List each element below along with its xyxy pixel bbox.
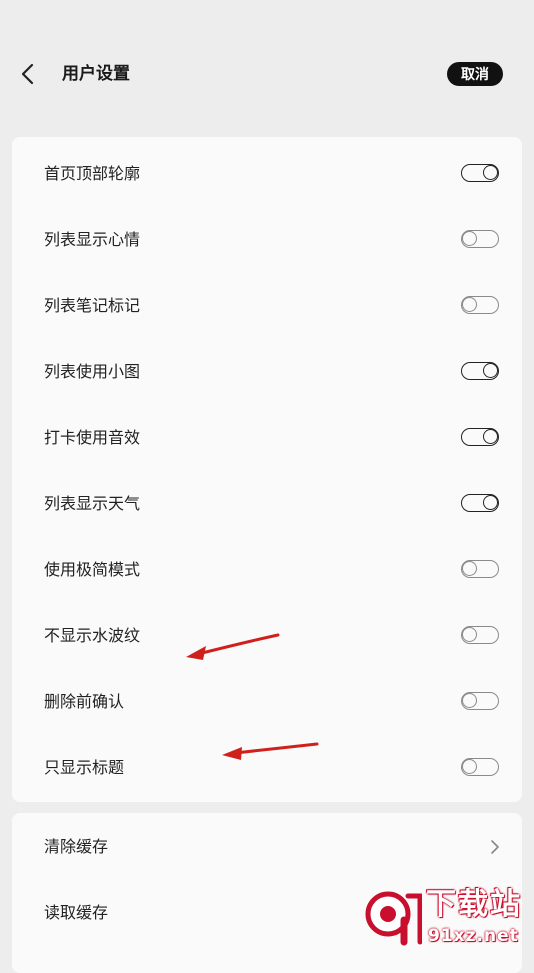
brand-logo-icon	[365, 891, 422, 946]
setting-row-checkin-sound[interactable]: 打卡使用音效	[12, 405, 522, 471]
setting-label: 使用极简模式	[44, 560, 141, 579]
setting-row-confirm-delete[interactable]: 删除前确认	[12, 669, 522, 735]
toggle-knob	[462, 759, 477, 774]
setting-row-list-show-weather[interactable]: 列表显示天气	[12, 471, 522, 537]
page-title: 用户设置	[62, 64, 130, 84]
watermark-brand: 下载站	[426, 887, 522, 922]
list-note-mark-toggle[interactable]	[461, 296, 499, 314]
top-bar: 用户设置 取消	[0, 0, 534, 130]
clear-cache-row[interactable]: 清除缓存	[12, 814, 522, 880]
setting-row-title-only[interactable]: 只显示标题	[12, 735, 522, 801]
setting-row-minimal-mode[interactable]: 使用极简模式	[12, 537, 522, 603]
toggle-knob	[462, 297, 477, 312]
back-button[interactable]	[14, 60, 42, 88]
chevron-right-icon	[491, 840, 499, 854]
setting-label: 只显示标题	[44, 758, 125, 777]
setting-label: 列表显示心情	[44, 230, 141, 249]
list-show-mood-toggle[interactable]	[461, 230, 499, 248]
clear-cache-label: 清除缓存	[44, 837, 109, 856]
checkin-sound-toggle[interactable]	[461, 428, 499, 446]
toggle-knob	[483, 363, 498, 378]
home-top-outline-toggle[interactable]	[461, 164, 499, 182]
toggle-knob	[483, 165, 498, 180]
setting-row-list-show-mood[interactable]: 列表显示心情	[12, 207, 522, 273]
toggle-knob	[462, 231, 477, 246]
toggle-knob	[462, 561, 477, 576]
setting-label: 列表笔记标记	[44, 296, 141, 315]
setting-label: 打卡使用音效	[44, 428, 141, 447]
list-show-weather-toggle[interactable]	[461, 494, 499, 512]
setting-row-list-note-mark[interactable]: 列表笔记标记	[12, 273, 522, 339]
setting-row-list-small-image[interactable]: 列表使用小图	[12, 339, 522, 405]
chevron-left-icon	[21, 63, 34, 85]
minimal-mode-toggle[interactable]	[461, 560, 499, 578]
setting-row-home-top-outline[interactable]: 首页顶部轮廓	[12, 141, 522, 207]
setting-label: 删除前确认	[44, 692, 125, 711]
title-only-toggle[interactable]	[461, 758, 499, 776]
read-cache-label: 读取缓存	[44, 903, 109, 922]
setting-label: 不显示水波纹	[44, 626, 141, 645]
setting-label: 列表使用小图	[44, 362, 141, 381]
cancel-button[interactable]: 取消	[447, 62, 503, 86]
toggle-knob	[462, 693, 477, 708]
toggle-knob	[483, 429, 498, 444]
site-watermark: 下载站 91xz.net	[360, 888, 534, 950]
setting-row-hide-ripple[interactable]: 不显示水波纹	[12, 603, 522, 669]
confirm-delete-toggle[interactable]	[461, 692, 499, 710]
hide-ripple-toggle[interactable]	[461, 626, 499, 644]
toggle-settings-card: 首页顶部轮廓 列表显示心情 列表笔记标记 列表使用小图 打卡使用音效 列表显示天…	[12, 137, 522, 802]
toggle-knob	[483, 495, 498, 510]
watermark-domain: 91xz.net	[428, 926, 519, 946]
setting-label: 首页顶部轮廓	[44, 164, 141, 183]
toggle-knob	[462, 627, 477, 642]
list-small-image-toggle[interactable]	[461, 362, 499, 380]
setting-label: 列表显示天气	[44, 494, 141, 513]
